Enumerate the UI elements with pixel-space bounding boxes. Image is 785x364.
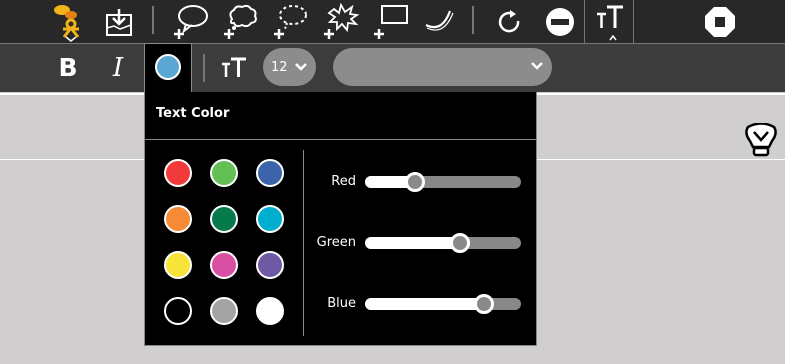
add-speech-bubble-icon[interactable] xyxy=(168,0,212,43)
blue-slider[interactable] xyxy=(365,294,521,314)
lightbulb-icon[interactable] xyxy=(742,122,780,163)
swatch-cyan[interactable] xyxy=(256,205,284,233)
swatch-green[interactable] xyxy=(210,159,238,187)
swatch-gray[interactable] xyxy=(210,297,238,325)
green-slider-fill xyxy=(365,237,460,249)
chevron-down-icon xyxy=(294,63,307,71)
activity-icon[interactable] xyxy=(48,0,90,43)
text-format-icon[interactable] xyxy=(590,0,630,43)
swatch-purple[interactable] xyxy=(256,251,284,279)
italic-button[interactable]: I xyxy=(104,43,132,92)
add-thought-bubble-icon[interactable] xyxy=(218,0,262,43)
font-size-icon xyxy=(218,43,250,92)
add-whisper-bubble-icon[interactable] xyxy=(268,0,312,43)
save-to-journal-icon[interactable] xyxy=(99,0,139,43)
green-slider-handle[interactable] xyxy=(450,233,470,253)
add-box-icon[interactable] xyxy=(368,0,412,43)
text-color-button[interactable] xyxy=(144,43,192,93)
red-slider-label: Red xyxy=(331,174,356,189)
font-size-value: 12 xyxy=(271,59,288,75)
palette-divider xyxy=(145,139,536,140)
red-slider[interactable] xyxy=(365,172,521,192)
current-color-swatch xyxy=(155,54,181,80)
add-exclamation-bubble-icon[interactable] xyxy=(318,0,362,43)
font-family-combo[interactable] xyxy=(333,48,552,86)
font-size-combo[interactable]: 12 xyxy=(263,48,316,86)
toolbar-separator xyxy=(203,54,205,82)
blue-slider-handle[interactable] xyxy=(474,294,494,314)
toolbar-separator xyxy=(472,6,474,34)
swatch-yellow[interactable] xyxy=(164,251,192,279)
green-slider-label: Green xyxy=(316,235,356,250)
palette-title: Text Color xyxy=(156,106,230,121)
remove-icon[interactable] xyxy=(538,0,582,43)
chevron-down-icon xyxy=(531,62,543,70)
swatch-blue[interactable] xyxy=(256,159,284,187)
swatch-dark-green[interactable] xyxy=(210,205,238,233)
swatch-black[interactable] xyxy=(164,297,192,325)
swatch-orange[interactable] xyxy=(164,205,192,233)
blue-slider-fill xyxy=(365,298,484,310)
swatch-white[interactable] xyxy=(256,297,284,325)
bold-button[interactable]: B xyxy=(52,43,84,92)
text-color-palette: Text Color Red Green Blue xyxy=(144,92,537,346)
redo-icon[interactable] xyxy=(490,0,530,43)
stop-icon[interactable] xyxy=(700,0,740,43)
red-slider-handle[interactable] xyxy=(405,172,425,192)
swatch-red[interactable] xyxy=(164,159,192,187)
swatch-pink[interactable] xyxy=(210,251,238,279)
add-curve-icon[interactable] xyxy=(418,0,462,43)
main-toolbar xyxy=(0,0,785,43)
toolbar-separator xyxy=(152,6,154,34)
green-slider[interactable] xyxy=(365,233,521,253)
blue-slider-label: Blue xyxy=(327,296,356,311)
